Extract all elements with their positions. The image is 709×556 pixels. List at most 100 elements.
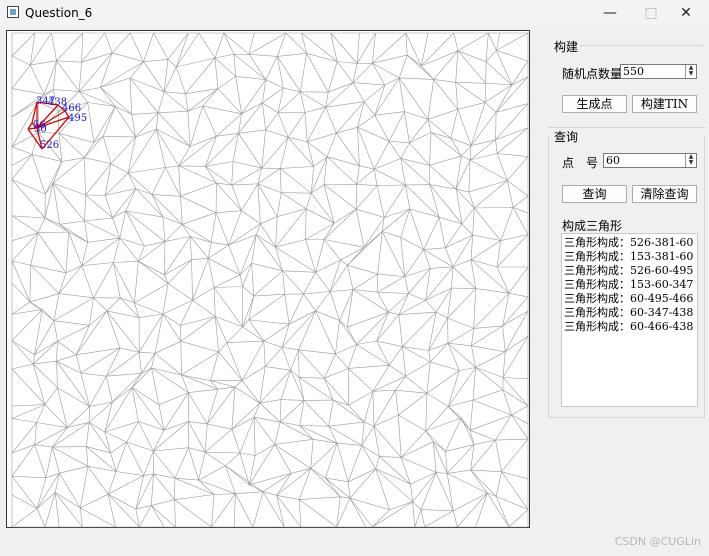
close-button[interactable]: ✕ (663, 0, 709, 26)
mesh-edge (112, 387, 133, 403)
list-item[interactable]: 三角形构成：526-60-495 (564, 264, 695, 278)
build-tin-button[interactable]: 构建TIN (632, 95, 697, 113)
mesh-edge (226, 342, 243, 381)
mesh-edge (346, 327, 357, 345)
mesh-edge (495, 127, 529, 140)
mesh-edge (280, 370, 291, 400)
mesh-edge (284, 294, 290, 325)
mesh-edge (262, 79, 267, 103)
mesh-edge (198, 479, 215, 495)
mesh-edge (423, 217, 440, 250)
mesh-edge (377, 184, 406, 186)
mesh-edge (164, 224, 183, 242)
window-title: Question_6 (25, 6, 93, 20)
list-item[interactable]: 三角形构成：153-60-347 (564, 278, 695, 292)
mesh-edge (36, 477, 47, 509)
mesh-edge (430, 266, 453, 269)
mesh-edge (400, 441, 434, 458)
mesh-edge (53, 89, 80, 92)
tin-canvas[interactable]: 347 438 466 495 56 30 526 (6, 30, 530, 528)
mesh-edge (107, 494, 116, 528)
mesh-edge (208, 258, 215, 288)
mesh-edge (364, 421, 375, 427)
mesh-edge (475, 351, 506, 368)
point-count-spinbox[interactable]: 550 ▲ ▼ (620, 64, 697, 79)
mesh-edge (298, 349, 336, 355)
mesh-edge (388, 141, 402, 159)
mesh-edge (356, 165, 360, 185)
mesh-edge (429, 342, 449, 363)
generate-points-button[interactable]: 生成点 (562, 95, 627, 113)
mesh-edge (228, 223, 261, 246)
mesh-edge (495, 76, 529, 113)
mesh-edge (198, 452, 206, 481)
mesh-edge (61, 157, 85, 162)
list-item[interactable]: 三角形构成：153-381-60 (564, 250, 695, 264)
clear-query-button[interactable]: 清除查询 (632, 185, 697, 203)
query-button[interactable]: 查询 (562, 185, 627, 203)
mesh-edge (202, 88, 219, 107)
mesh-edge (44, 217, 69, 233)
mesh-edge (104, 387, 133, 433)
mesh-edge (180, 341, 182, 375)
mesh-edge (282, 347, 299, 351)
mesh-edge (11, 404, 46, 419)
mesh-edge (56, 60, 82, 63)
mesh-edge (496, 240, 501, 268)
mesh-edge (32, 340, 58, 365)
mesh-edge (157, 112, 191, 147)
mesh-edge (100, 61, 144, 88)
minimize-button[interactable]: — (587, 0, 633, 26)
mesh-edge (239, 417, 255, 454)
mesh-edge (256, 234, 276, 248)
mesh-edge (129, 61, 144, 79)
mesh-edge (277, 112, 289, 138)
mesh-edge (450, 137, 472, 146)
mesh-edge (151, 367, 189, 393)
mesh-edge (260, 216, 278, 225)
mesh-edge (453, 32, 459, 51)
mesh-edge (189, 135, 217, 147)
mesh-edge (277, 87, 284, 113)
result-list[interactable]: 三角形构成：526-381-60 三角形构成：153-381-60 三角形构成：… (561, 233, 698, 407)
mesh-edge (439, 216, 463, 225)
mesh-edge (429, 184, 463, 225)
list-item[interactable]: 三角形构成：60-347-438 (564, 306, 695, 320)
mesh-edge (376, 340, 403, 347)
mesh-edge (336, 496, 341, 528)
mesh-edge (469, 159, 508, 181)
point-count-value: 550 (623, 65, 644, 78)
mesh-edge (198, 479, 236, 494)
mesh-edge (226, 340, 264, 343)
mesh-edge (400, 158, 430, 166)
mesh-edge (233, 53, 266, 80)
mesh-edge (182, 212, 217, 225)
mesh-edge (188, 421, 208, 425)
mesh-edge (259, 402, 281, 423)
mesh-edge (495, 112, 497, 140)
mesh-edge (76, 310, 108, 355)
spin-arrows-icon[interactable]: ▲ ▼ (685, 65, 696, 78)
mesh-edge (31, 154, 62, 162)
mesh-edge (158, 111, 188, 113)
mesh-edge (335, 353, 349, 369)
mesh-edge (36, 404, 46, 423)
mesh-edge (452, 510, 458, 528)
mesh-edge (448, 370, 460, 407)
mesh-edge (452, 259, 472, 268)
mesh-edge (11, 215, 46, 219)
mesh-edge (349, 497, 367, 528)
mesh-edge (497, 153, 529, 157)
point-id-spinbox[interactable]: 60 ▲ ▼ (603, 153, 697, 168)
mesh-edge (446, 444, 475, 474)
mesh-edge (165, 165, 179, 168)
mesh-edge (496, 32, 529, 51)
list-item[interactable]: 三角形构成：60-466-438 (564, 320, 695, 334)
mesh-edge (428, 350, 431, 362)
list-item[interactable]: 三角形构成：60-495-466 (564, 292, 695, 306)
mesh-edge (88, 401, 113, 423)
list-item[interactable]: 三角形构成：526-381-60 (564, 236, 695, 250)
mesh-edge (156, 112, 159, 130)
spin-arrows-icon[interactable]: ▲ ▼ (685, 154, 696, 167)
mesh-edge (151, 367, 160, 405)
